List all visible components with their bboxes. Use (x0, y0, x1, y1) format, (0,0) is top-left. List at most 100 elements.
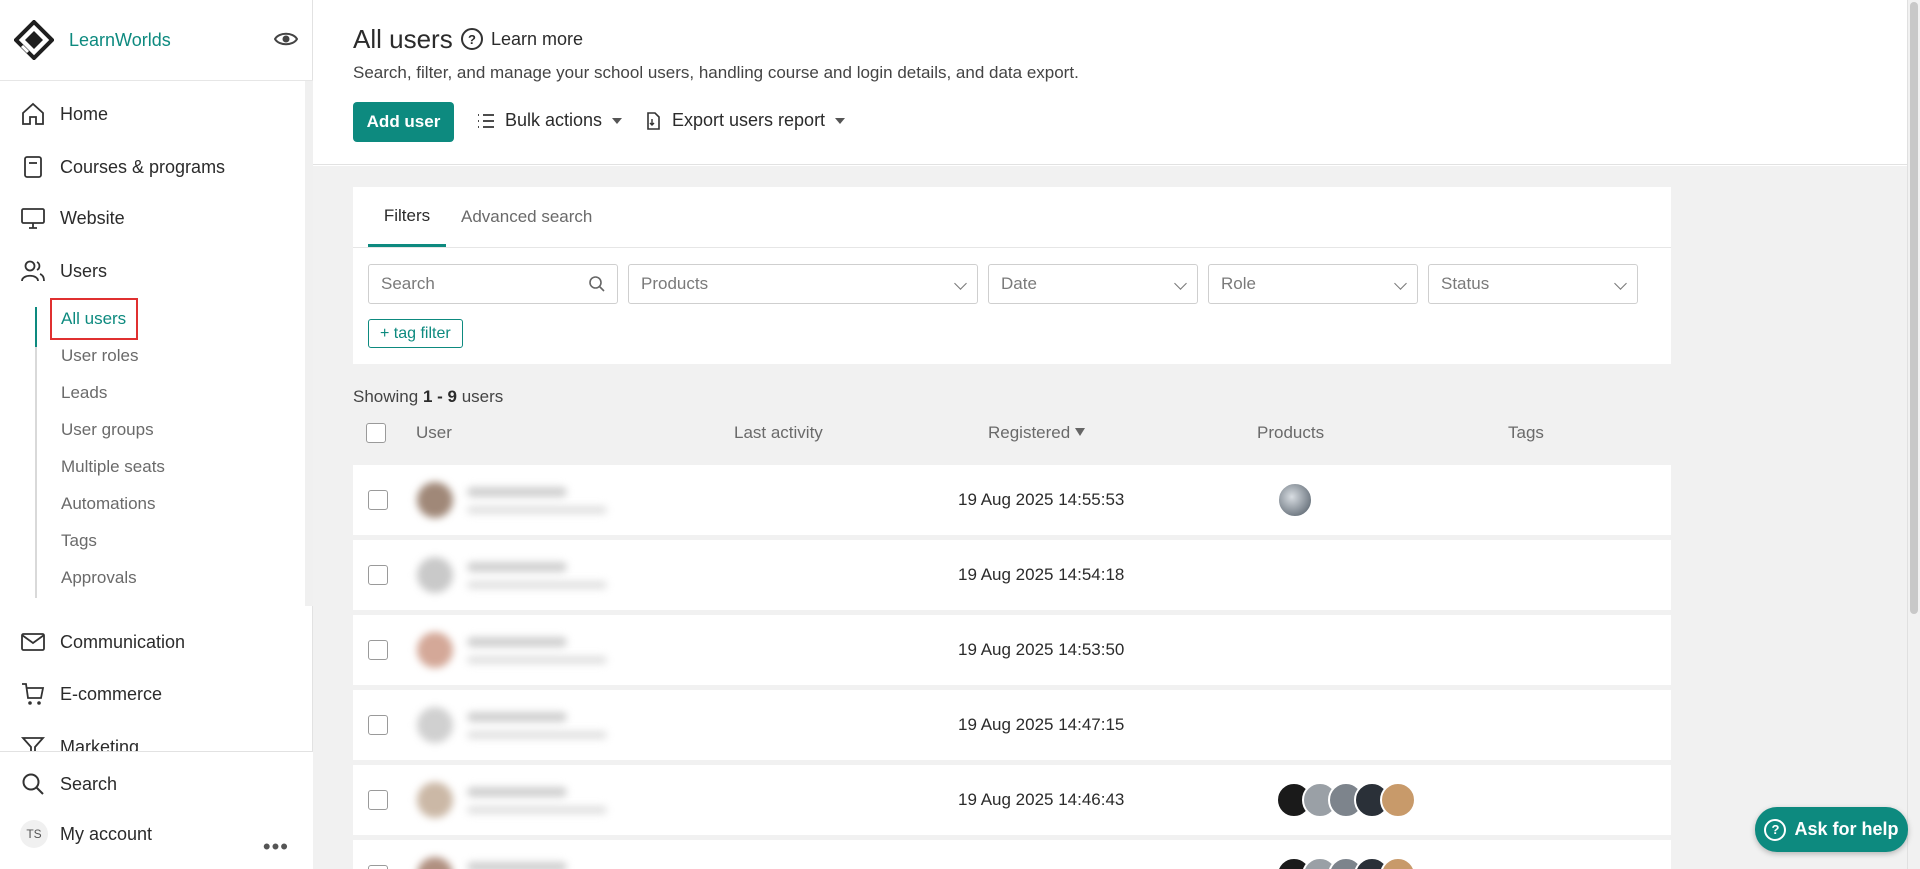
export-file-icon (647, 111, 660, 130)
nav-label: Website (60, 207, 125, 228)
sidebar-search[interactable]: Search (20, 771, 117, 797)
chevron-down-icon (954, 277, 967, 290)
table-row[interactable] (353, 840, 1671, 869)
avatar (417, 782, 453, 818)
page-scrollbar[interactable] (1907, 0, 1920, 869)
nav-item-marketing[interactable]: Marketing (20, 732, 139, 751)
product-thumbnails[interactable] (1276, 857, 1416, 869)
nav-item-website[interactable]: Website (20, 203, 125, 233)
subnav-item-approvals[interactable]: Approvals (61, 568, 137, 588)
export-users-button[interactable]: Export users report (643, 110, 846, 131)
add-user-button[interactable]: Add user (353, 102, 454, 142)
product-thumbnail[interactable] (1380, 857, 1416, 869)
redacted-name (467, 712, 567, 722)
status-select-label: Status (1441, 274, 1490, 293)
column-registered[interactable]: Registered (988, 423, 1086, 443)
column-user[interactable]: User (416, 423, 452, 443)
question-icon: ? (1764, 818, 1787, 841)
eye-icon[interactable] (274, 29, 298, 49)
cart-icon (22, 683, 45, 705)
table-row[interactable]: 19 Aug 2025 14:54:18 (353, 540, 1671, 610)
chevron-down-icon (612, 117, 623, 124)
product-thumbnails[interactable] (1276, 782, 1416, 818)
user-cell-redacted[interactable] (417, 623, 607, 677)
my-account[interactable]: TS My account (20, 820, 152, 848)
date-select[interactable]: Date (988, 264, 1198, 304)
table-row[interactable]: 19 Aug 2025 14:46:43 (353, 765, 1671, 835)
nav-item-users[interactable]: Users (20, 256, 107, 286)
products-select-label: Products (641, 274, 709, 293)
product-thumbnails[interactable] (1277, 482, 1313, 518)
add-tag-filter-button[interactable]: + tag filter (368, 319, 463, 348)
nav-item-courses[interactable]: Courses & programs (20, 152, 225, 182)
tab-filters[interactable]: Filters (368, 187, 446, 247)
column-products[interactable]: Products (1257, 423, 1324, 443)
page-title: All users (353, 24, 453, 54)
funnel-icon (20, 737, 46, 751)
row-checkbox[interactable] (368, 865, 388, 869)
select-all-checkbox[interactable] (366, 423, 386, 443)
product-thumbnail[interactable] (1277, 482, 1313, 518)
avatar (417, 632, 453, 668)
subnav-item-leads[interactable]: Leads (61, 383, 107, 403)
subnav-item-user-roles[interactable]: User roles (61, 346, 138, 366)
learn-more-link[interactable]: ? Learn more (461, 28, 583, 50)
row-checkbox[interactable] (368, 490, 388, 510)
subnav-item-user-groups[interactable]: User groups (61, 420, 154, 440)
nav-item-communication[interactable]: Communication (20, 627, 185, 657)
avatar: TS (20, 820, 48, 848)
subnav-item-tags[interactable]: Tags (61, 531, 97, 551)
redacted-email (467, 506, 607, 514)
user-cell-redacted[interactable] (417, 548, 607, 602)
learnworlds-logo-icon[interactable] (14, 20, 54, 60)
avatar (417, 482, 453, 518)
nav-label: E-commerce (60, 683, 163, 704)
table-row[interactable]: 19 Aug 2025 14:47:15 (353, 690, 1671, 760)
user-cell-redacted[interactable] (417, 848, 607, 869)
subnav-active-indicator (35, 307, 37, 347)
date-select-label: Date (1001, 274, 1037, 293)
user-cell-redacted[interactable] (417, 473, 607, 527)
bulk-actions-button[interactable]: Bulk actions (476, 110, 623, 131)
nav-label: Home (60, 103, 109, 124)
showing-prefix: Showing (353, 387, 419, 406)
chevron-down-icon (835, 117, 846, 124)
row-checkbox[interactable] (368, 790, 388, 810)
user-cell-redacted[interactable] (417, 698, 607, 752)
user-cell-redacted[interactable] (417, 773, 607, 827)
column-tags[interactable]: Tags (1508, 423, 1544, 443)
chevron-down-icon (1174, 277, 1187, 290)
sidebar-scrollbar[interactable] (305, 81, 313, 606)
row-checkbox[interactable] (368, 640, 388, 660)
brand-name[interactable]: LearnWorlds (69, 30, 171, 51)
learn-more-label: Learn more (491, 28, 584, 49)
products-select[interactable]: Products (628, 264, 978, 304)
redacted-email (467, 806, 607, 814)
subnav-track (35, 307, 37, 598)
table-row[interactable]: 19 Aug 2025 14:55:53 (353, 465, 1671, 535)
chevron-down-icon (1394, 277, 1407, 290)
role-select[interactable]: Role (1208, 264, 1418, 304)
subnav-item-all-users[interactable]: All users (61, 309, 126, 329)
role-select-label: Role (1221, 274, 1256, 293)
subnav-item-multiple-seats[interactable]: Multiple seats (61, 457, 165, 477)
avatar (417, 557, 453, 593)
brand-header: LearnWorlds (0, 0, 313, 81)
results-count: Showing 1 - 9 users (353, 387, 503, 407)
row-checkbox[interactable] (368, 565, 388, 585)
registered-date: 19 Aug 2025 14:53:50 (958, 640, 1125, 659)
more-options-icon[interactable]: ••• (263, 834, 289, 860)
subnav-item-automations[interactable]: Automations (61, 494, 156, 514)
table-row[interactable]: 19 Aug 2025 14:53:50 (353, 615, 1671, 685)
scrollbar-thumb[interactable] (1910, 2, 1918, 614)
ask-for-help-button[interactable]: ? Ask for help (1755, 807, 1908, 852)
tab-advanced-search[interactable]: Advanced search (461, 187, 592, 247)
product-thumbnail[interactable] (1380, 782, 1416, 818)
page-header: All users ? Learn more Search, filter, a… (313, 0, 1907, 165)
search-input[interactable]: Search (368, 264, 618, 304)
column-last-activity[interactable]: Last activity (734, 423, 823, 443)
nav-item-ecommerce[interactable]: E-commerce (20, 679, 162, 709)
status-select[interactable]: Status (1428, 264, 1638, 304)
nav-item-home[interactable]: Home (20, 99, 108, 129)
row-checkbox[interactable] (368, 715, 388, 735)
